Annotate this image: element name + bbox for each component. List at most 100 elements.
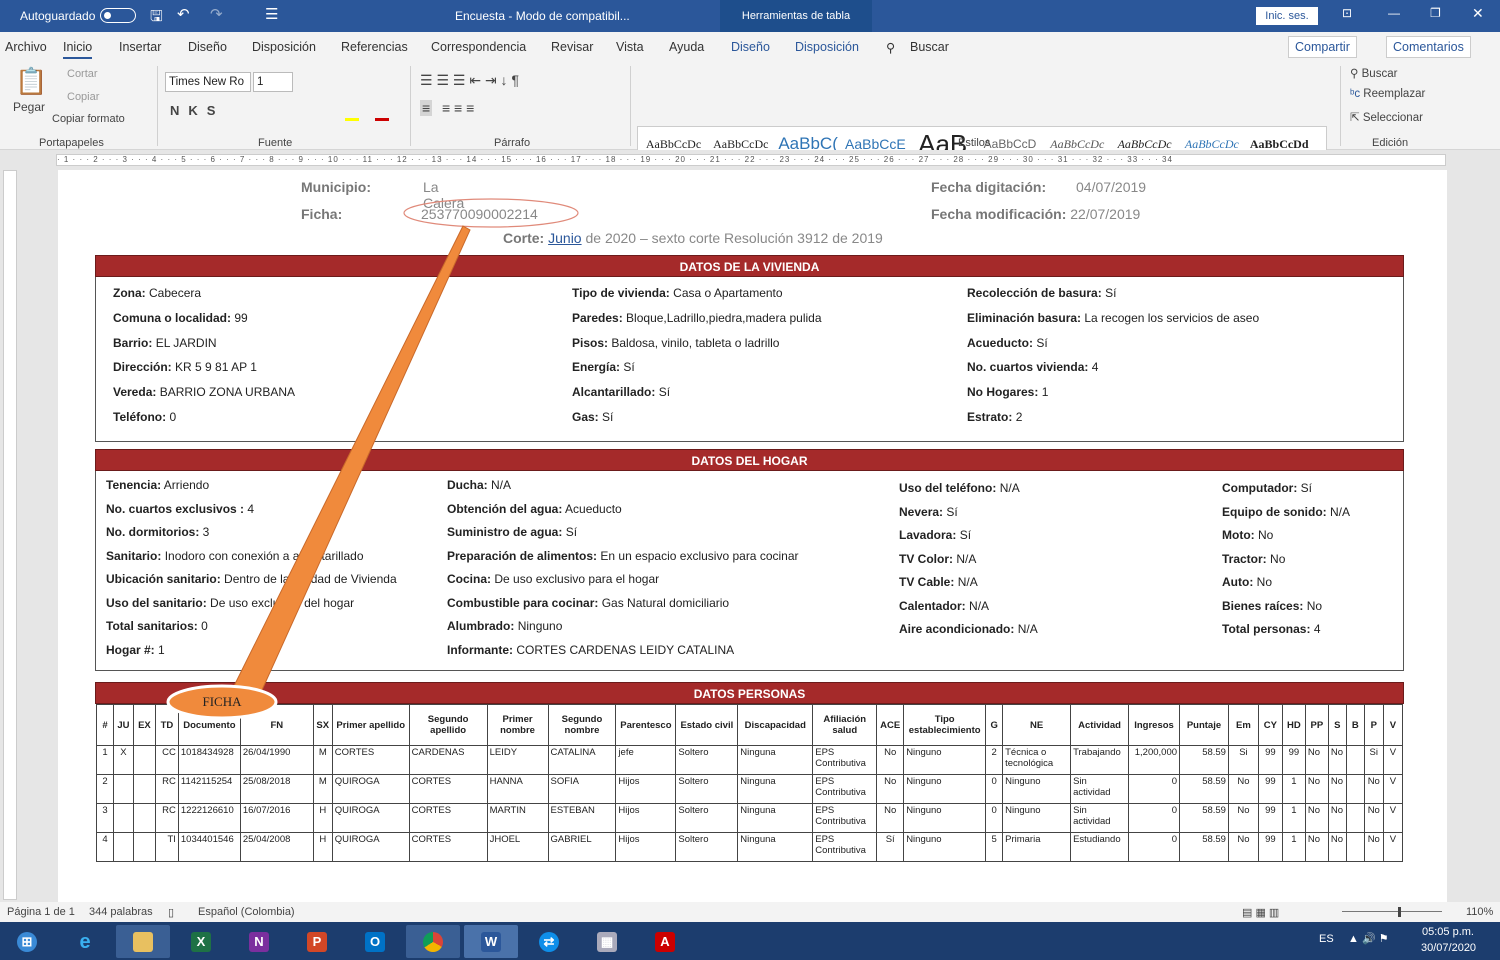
table-cell[interactable]: H (312, 803, 333, 833)
table-cell[interactable]: 58.59 (1179, 745, 1229, 775)
table-cell[interactable] (1345, 832, 1365, 862)
acrobat-icon[interactable]: A (638, 925, 692, 958)
table-cell[interactable]: 0 (1128, 774, 1181, 804)
autosave-toggle[interactable] (100, 8, 136, 23)
ribbon-display-icon[interactable]: ⊡ (1342, 6, 1352, 20)
explorer-icon[interactable] (116, 925, 170, 958)
teamviewer-icon[interactable]: ⇄ (522, 925, 576, 958)
table-cell[interactable]: RC (154, 803, 179, 833)
table-cell[interactable]: 99 (1257, 774, 1283, 804)
page-count[interactable]: Página 1 de 1 (7, 906, 75, 918)
table-cell[interactable]: No (1304, 745, 1329, 775)
tab-referencias[interactable]: Referencias (341, 40, 408, 54)
table-cell[interactable]: JHOEL (486, 832, 549, 862)
table-cell[interactable]: 58.59 (1179, 832, 1229, 862)
table-cell[interactable] (1345, 774, 1365, 804)
table-cell[interactable]: CC (154, 745, 179, 775)
table-cell[interactable]: Ninguna (737, 803, 814, 833)
table-cell[interactable] (132, 803, 156, 833)
table-cell[interactable]: 25/04/2008 (239, 832, 314, 862)
table-cell[interactable]: 2 (985, 745, 1004, 775)
table-cell[interactable]: 1222126610 (177, 803, 241, 833)
table-cell[interactable]: V (1382, 832, 1404, 862)
table-cell[interactable]: ESTEBAN (547, 803, 617, 833)
table-cell[interactable] (1345, 745, 1365, 775)
undo-icon[interactable]: ↶ (177, 5, 190, 23)
table-cell[interactable] (132, 745, 156, 775)
table-cell[interactable] (1345, 803, 1365, 833)
table-cell[interactable]: 0 (985, 803, 1004, 833)
table-cell[interactable]: No (1227, 774, 1259, 804)
table-cell[interactable]: No (876, 774, 905, 804)
paste-button[interactable]: Pegar (13, 100, 45, 114)
excel-icon[interactable]: X (174, 925, 228, 958)
table-cell[interactable]: Ninguno (1002, 803, 1072, 833)
table-cell[interactable]: CARDENAS (408, 745, 488, 775)
table-cell[interactable]: No (876, 803, 905, 833)
comments-button[interactable]: Comentarios (1386, 36, 1471, 58)
table-cell[interactable]: LEIDY (486, 745, 549, 775)
table-cell[interactable]: Ninguna (737, 774, 814, 804)
table-cell[interactable]: Soltero (675, 803, 739, 833)
table-cell[interactable]: 1 (96, 745, 114, 775)
table-cell[interactable] (112, 774, 134, 804)
tray-icons[interactable]: ▲ 🔊 ⚑ (1348, 932, 1389, 945)
table-cell[interactable]: EPS Contributiva (812, 832, 878, 862)
table-cell[interactable]: No (1363, 774, 1384, 804)
table-cell[interactable]: Ninguno (1002, 774, 1072, 804)
table-cell[interactable]: 1142115254 (177, 774, 241, 804)
font-color-icon[interactable] (375, 118, 389, 121)
table-cell[interactable]: No (1327, 745, 1347, 775)
chrome-icon[interactable] (406, 925, 460, 958)
sign-in-button[interactable]: Inic. ses. (1256, 7, 1318, 25)
tab-disposicion[interactable]: Disposición (252, 40, 316, 54)
table-cell[interactable] (112, 803, 134, 833)
zoom-slider[interactable] (1342, 911, 1442, 912)
table-cell[interactable]: No (1227, 832, 1259, 862)
table-cell[interactable]: No (1304, 832, 1329, 862)
powerpoint-icon[interactable]: P (290, 925, 344, 958)
table-cell[interactable]: EPS Contributiva (812, 774, 878, 804)
table-cell[interactable]: 0 (1128, 803, 1181, 833)
table-cell[interactable]: SOFIA (547, 774, 617, 804)
highlight-color-icon[interactable] (345, 118, 359, 121)
table-cell[interactable]: CATALINA (547, 745, 617, 775)
table-cell[interactable]: Trabajando (1070, 745, 1130, 775)
proofing-icon[interactable]: ▯ (168, 906, 174, 919)
search-box[interactable]: Buscar (910, 40, 949, 54)
table-cell[interactable]: CORTES (331, 745, 410, 775)
language[interactable]: Español (Colombia) (198, 906, 295, 918)
view-buttons[interactable]: ▤ ▦ ▥ (1242, 906, 1279, 919)
table-cell[interactable]: MARTIN (486, 803, 549, 833)
tab-correspondencia[interactable]: Correspondencia (431, 40, 526, 54)
table-cell[interactable]: Ninguno (903, 803, 987, 833)
table-cell[interactable]: 4 (96, 832, 114, 862)
outlook-icon[interactable]: O (348, 925, 402, 958)
bullets-icon[interactable]: ☰ (265, 5, 278, 23)
format-painter-button[interactable]: Copiar formato (52, 113, 125, 125)
table-cell[interactable]: X (112, 745, 134, 775)
table-cell[interactable]: Soltero (675, 832, 739, 862)
table-cell[interactable]: No (1363, 803, 1384, 833)
table-cell[interactable]: CORTES (408, 803, 488, 833)
share-button[interactable]: Compartir (1288, 36, 1357, 58)
tab-revisar[interactable]: Revisar (551, 40, 593, 54)
table-cell[interactable]: 1 (1281, 774, 1306, 804)
table-cell[interactable]: No (1327, 774, 1347, 804)
table-cell[interactable]: V (1382, 745, 1404, 775)
table-cell[interactable]: Ninguno (903, 745, 987, 775)
word-count[interactable]: 344 palabras (89, 906, 153, 918)
table-cell[interactable]: 0 (985, 774, 1004, 804)
cut-button[interactable]: Cortar (67, 68, 98, 80)
table-cell[interactable]: 1 (1281, 832, 1306, 862)
align-left-button[interactable]: ≡ (420, 100, 433, 116)
table-cell[interactable]: 3 (96, 803, 114, 833)
table-cell[interactable]: No (1227, 803, 1259, 833)
table-cell[interactable]: 99 (1257, 832, 1283, 862)
table-cell[interactable]: QUIROGA (331, 774, 410, 804)
tab-diseno[interactable]: Diseño (188, 40, 227, 54)
table-cell[interactable]: No (1327, 832, 1347, 862)
find-button[interactable]: ⚲ Buscar (1350, 66, 1397, 80)
tab-ayuda[interactable]: Ayuda (669, 40, 704, 54)
table-cell[interactable]: Ninguna (737, 745, 814, 775)
